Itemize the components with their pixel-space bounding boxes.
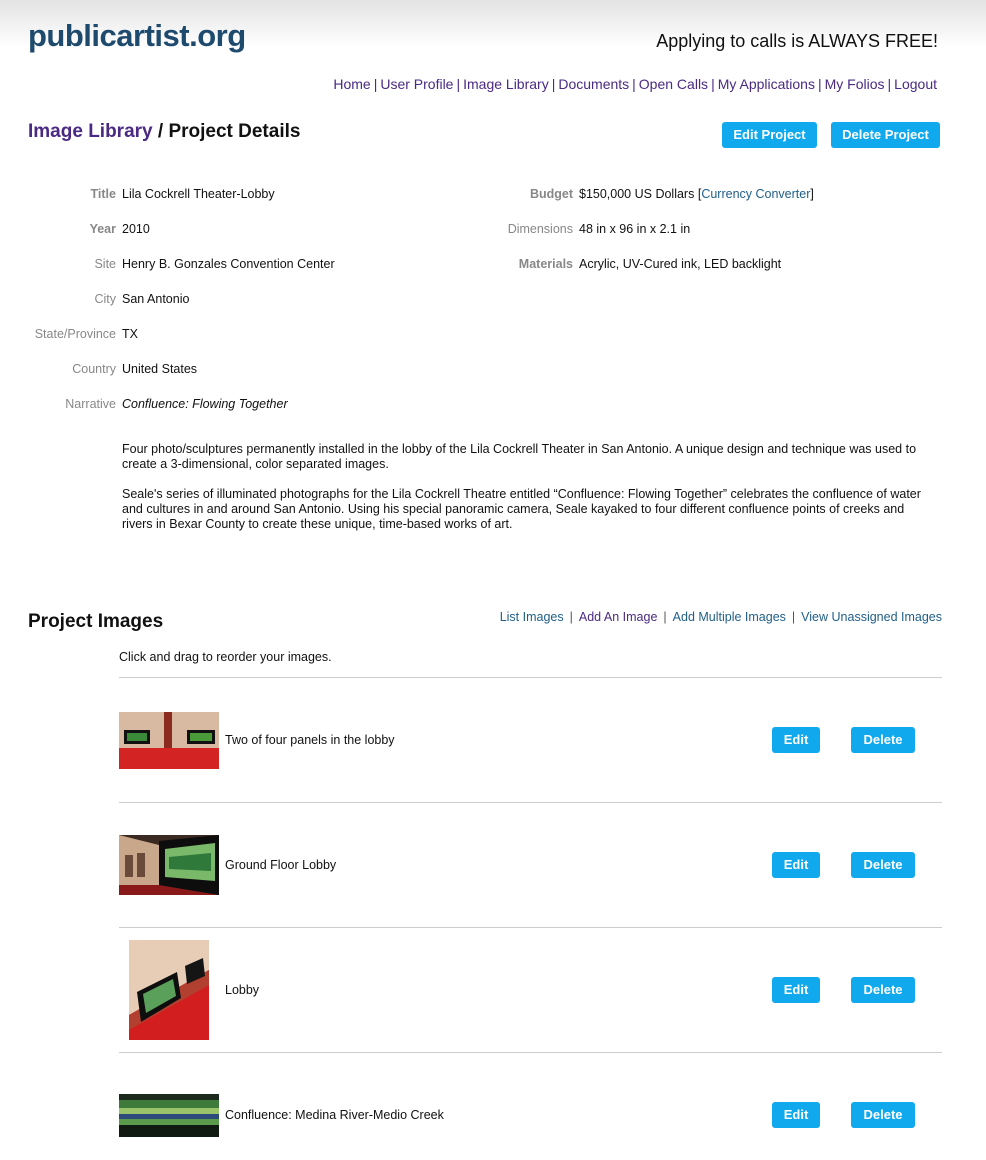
tagline: Applying to calls is ALWAYS FREE!	[656, 31, 938, 51]
nav-my-folios[interactable]: My Folios	[825, 76, 885, 92]
state-value: TX	[122, 327, 138, 341]
image-thumbnail[interactable]	[119, 712, 219, 769]
delete-image-button[interactable]: Delete	[851, 727, 915, 753]
image-actions: List Images | Add An Image | Add Multiple Im…	[499, 610, 942, 624]
add-image-link[interactable]: Add An Image	[579, 610, 658, 624]
nav-documents[interactable]: Documents	[558, 76, 629, 92]
edit-image-button[interactable]: Edit	[772, 852, 820, 878]
nav-my-applications[interactable]: My Applications	[718, 76, 815, 92]
delete-image-button[interactable]: Delete	[851, 977, 915, 1003]
delete-image-button[interactable]: Delete	[851, 852, 915, 878]
description-paragraph-2: Seale's series of illuminated photograph…	[122, 487, 921, 531]
site-value: Henry B. Gonzales Convention Center	[122, 257, 335, 271]
image-caption: Lobby	[225, 983, 260, 997]
narrative-label: Narrative	[65, 397, 116, 411]
add-multiple-images-link[interactable]: Add Multiple Images	[673, 610, 786, 624]
dimensions-label: Dimensions	[507, 222, 573, 236]
nav-open-calls[interactable]: Open Calls	[639, 76, 708, 92]
title-label: Title	[90, 187, 116, 201]
nav-user-profile[interactable]: User Profile	[380, 76, 453, 92]
state-label: State/Province	[34, 327, 116, 341]
image-caption: Confluence: Medina River-Medio Creek	[225, 1108, 444, 1122]
divider	[119, 1052, 942, 1053]
narrative-value: Confluence: Flowing Together	[122, 397, 288, 411]
country-label: Country	[72, 362, 116, 376]
edit-image-button[interactable]: Edit	[772, 977, 820, 1003]
dimensions-value: 48 in x 96 in x 2.1 in	[579, 222, 691, 236]
image-caption: Ground Floor Lobby	[225, 858, 337, 872]
page-title-text: Project Details	[168, 121, 301, 142]
edit-image-button[interactable]: Edit	[772, 727, 820, 753]
title-value: Lila Cockrell Theater-Lobby	[122, 187, 275, 201]
breadcrumb-image-library[interactable]: Image Library	[28, 121, 153, 142]
image-thumbnail[interactable]	[129, 940, 209, 1040]
materials-label: Materials	[518, 257, 573, 271]
site-logo[interactable]: publicartist.org	[28, 20, 246, 51]
city-label: City	[94, 292, 116, 306]
budget-value: $150,000 US Dollars [Currency Converter]	[579, 187, 814, 201]
year-value: 2010	[122, 222, 150, 236]
image-caption: Two of four panels in the lobby	[225, 733, 395, 747]
reorder-hint: Click and drag to reorder your images.	[119, 650, 332, 664]
city-value: San Antonio	[122, 292, 190, 306]
project-images-title: Project Images	[28, 611, 164, 632]
budget-label: Budget	[529, 187, 573, 201]
delete-image-button[interactable]: Delete	[851, 1102, 915, 1128]
edit-project-button[interactable]: Edit Project	[722, 122, 817, 148]
divider	[119, 927, 942, 928]
site-label: Site	[94, 257, 116, 271]
page-title: Image Library / Project Details	[28, 121, 301, 142]
divider	[119, 677, 942, 678]
materials-value: Acrylic, UV-Cured ink, LED backlight	[579, 257, 782, 271]
list-images-link[interactable]: List Images	[500, 610, 564, 624]
description-paragraph-1: Four photo/sculptures permanently instal…	[122, 442, 917, 471]
image-thumbnail[interactable]	[119, 835, 219, 895]
nav-home[interactable]: Home	[333, 76, 370, 92]
delete-project-button[interactable]: Delete Project	[831, 122, 940, 148]
edit-image-button[interactable]: Edit	[772, 1102, 820, 1128]
country-value: United States	[122, 362, 198, 376]
image-thumbnail[interactable]	[119, 1094, 219, 1137]
currency-converter-link[interactable]: Currency Converter	[701, 187, 810, 201]
nav-logout[interactable]: Logout	[894, 76, 937, 92]
year-label: Year	[89, 222, 116, 236]
main-nav: Home | User Profile | Image Library | Document…	[333, 76, 937, 92]
divider	[119, 802, 942, 803]
nav-image-library[interactable]: Image Library	[463, 76, 549, 92]
view-unassigned-images-link[interactable]: View Unassigned Images	[801, 610, 942, 624]
